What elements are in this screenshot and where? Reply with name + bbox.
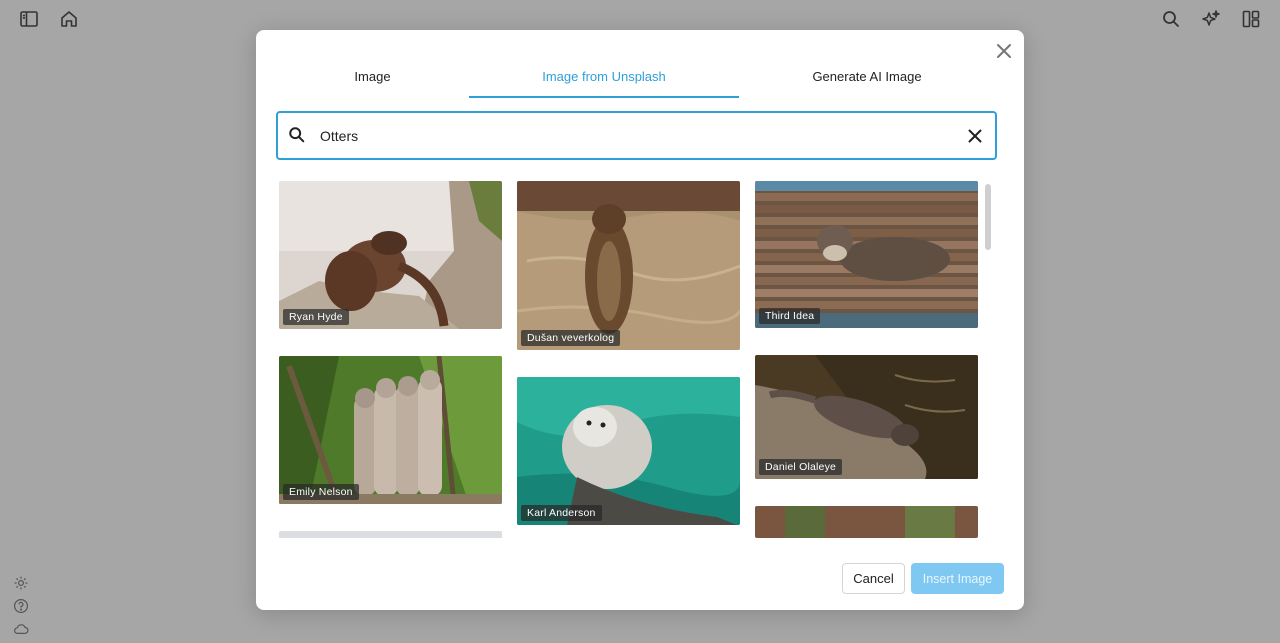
photo-credit[interactable]: Daniel Olaleye bbox=[759, 459, 843, 475]
result-image[interactable]: Ryan Hyde bbox=[279, 181, 502, 329]
search-icon[interactable] bbox=[1160, 8, 1182, 30]
result-image[interactable]: Daniel Olaleye bbox=[755, 355, 978, 479]
result-image[interactable] bbox=[279, 531, 502, 538]
tab-image[interactable]: Image bbox=[276, 66, 469, 98]
search-input[interactable] bbox=[320, 120, 965, 151]
sidebar-toggle-icon[interactable] bbox=[18, 8, 40, 30]
photo-credit[interactable]: Dušan veverkolog bbox=[521, 330, 621, 346]
result-image[interactable]: Third Idea bbox=[755, 181, 978, 328]
insert-image-button[interactable]: Insert Image bbox=[911, 563, 1004, 594]
result-image[interactable]: Dušan veverkolog bbox=[517, 181, 740, 350]
insert-image-dialog: Image Image from Unsplash Generate AI Im… bbox=[256, 30, 1024, 610]
result-image[interactable]: Emily Nelson bbox=[279, 356, 502, 504]
help-icon[interactable] bbox=[12, 598, 30, 614]
search-icon bbox=[288, 126, 308, 146]
result-image[interactable] bbox=[755, 506, 978, 538]
topbar-right bbox=[1160, 8, 1262, 30]
layout-panels-icon[interactable] bbox=[1240, 8, 1262, 30]
photo-credit[interactable]: Emily Nelson bbox=[283, 484, 359, 500]
ai-sparkle-icon[interactable] bbox=[1200, 8, 1222, 30]
unsplash-results-grid: Ryan Hyde Emily Nelson Dušan veverkolog … bbox=[279, 181, 979, 538]
result-image[interactable]: Karl Anderson bbox=[517, 377, 740, 525]
photo-credit[interactable]: Ryan Hyde bbox=[283, 309, 349, 325]
unsplash-search-box bbox=[276, 111, 997, 160]
home-icon[interactable] bbox=[58, 8, 80, 30]
results-scrollbar[interactable] bbox=[985, 184, 991, 250]
photo-credit[interactable]: Karl Anderson bbox=[521, 505, 602, 521]
cloud-sync-icon[interactable] bbox=[12, 621, 30, 637]
tab-image-from-unsplash[interactable]: Image from Unsplash bbox=[469, 66, 739, 98]
clear-search-icon[interactable] bbox=[965, 126, 985, 146]
close-icon[interactable] bbox=[994, 41, 1014, 61]
photo-credit[interactable]: Third Idea bbox=[759, 308, 821, 324]
settings-gear-icon[interactable] bbox=[12, 575, 30, 591]
topbar-left bbox=[18, 8, 80, 30]
image-source-tabs: Image Image from Unsplash Generate AI Im… bbox=[276, 66, 995, 98]
cancel-button[interactable]: Cancel bbox=[842, 563, 905, 594]
tab-generate-ai-image[interactable]: Generate AI Image bbox=[739, 66, 995, 98]
bottom-icons bbox=[12, 575, 30, 637]
